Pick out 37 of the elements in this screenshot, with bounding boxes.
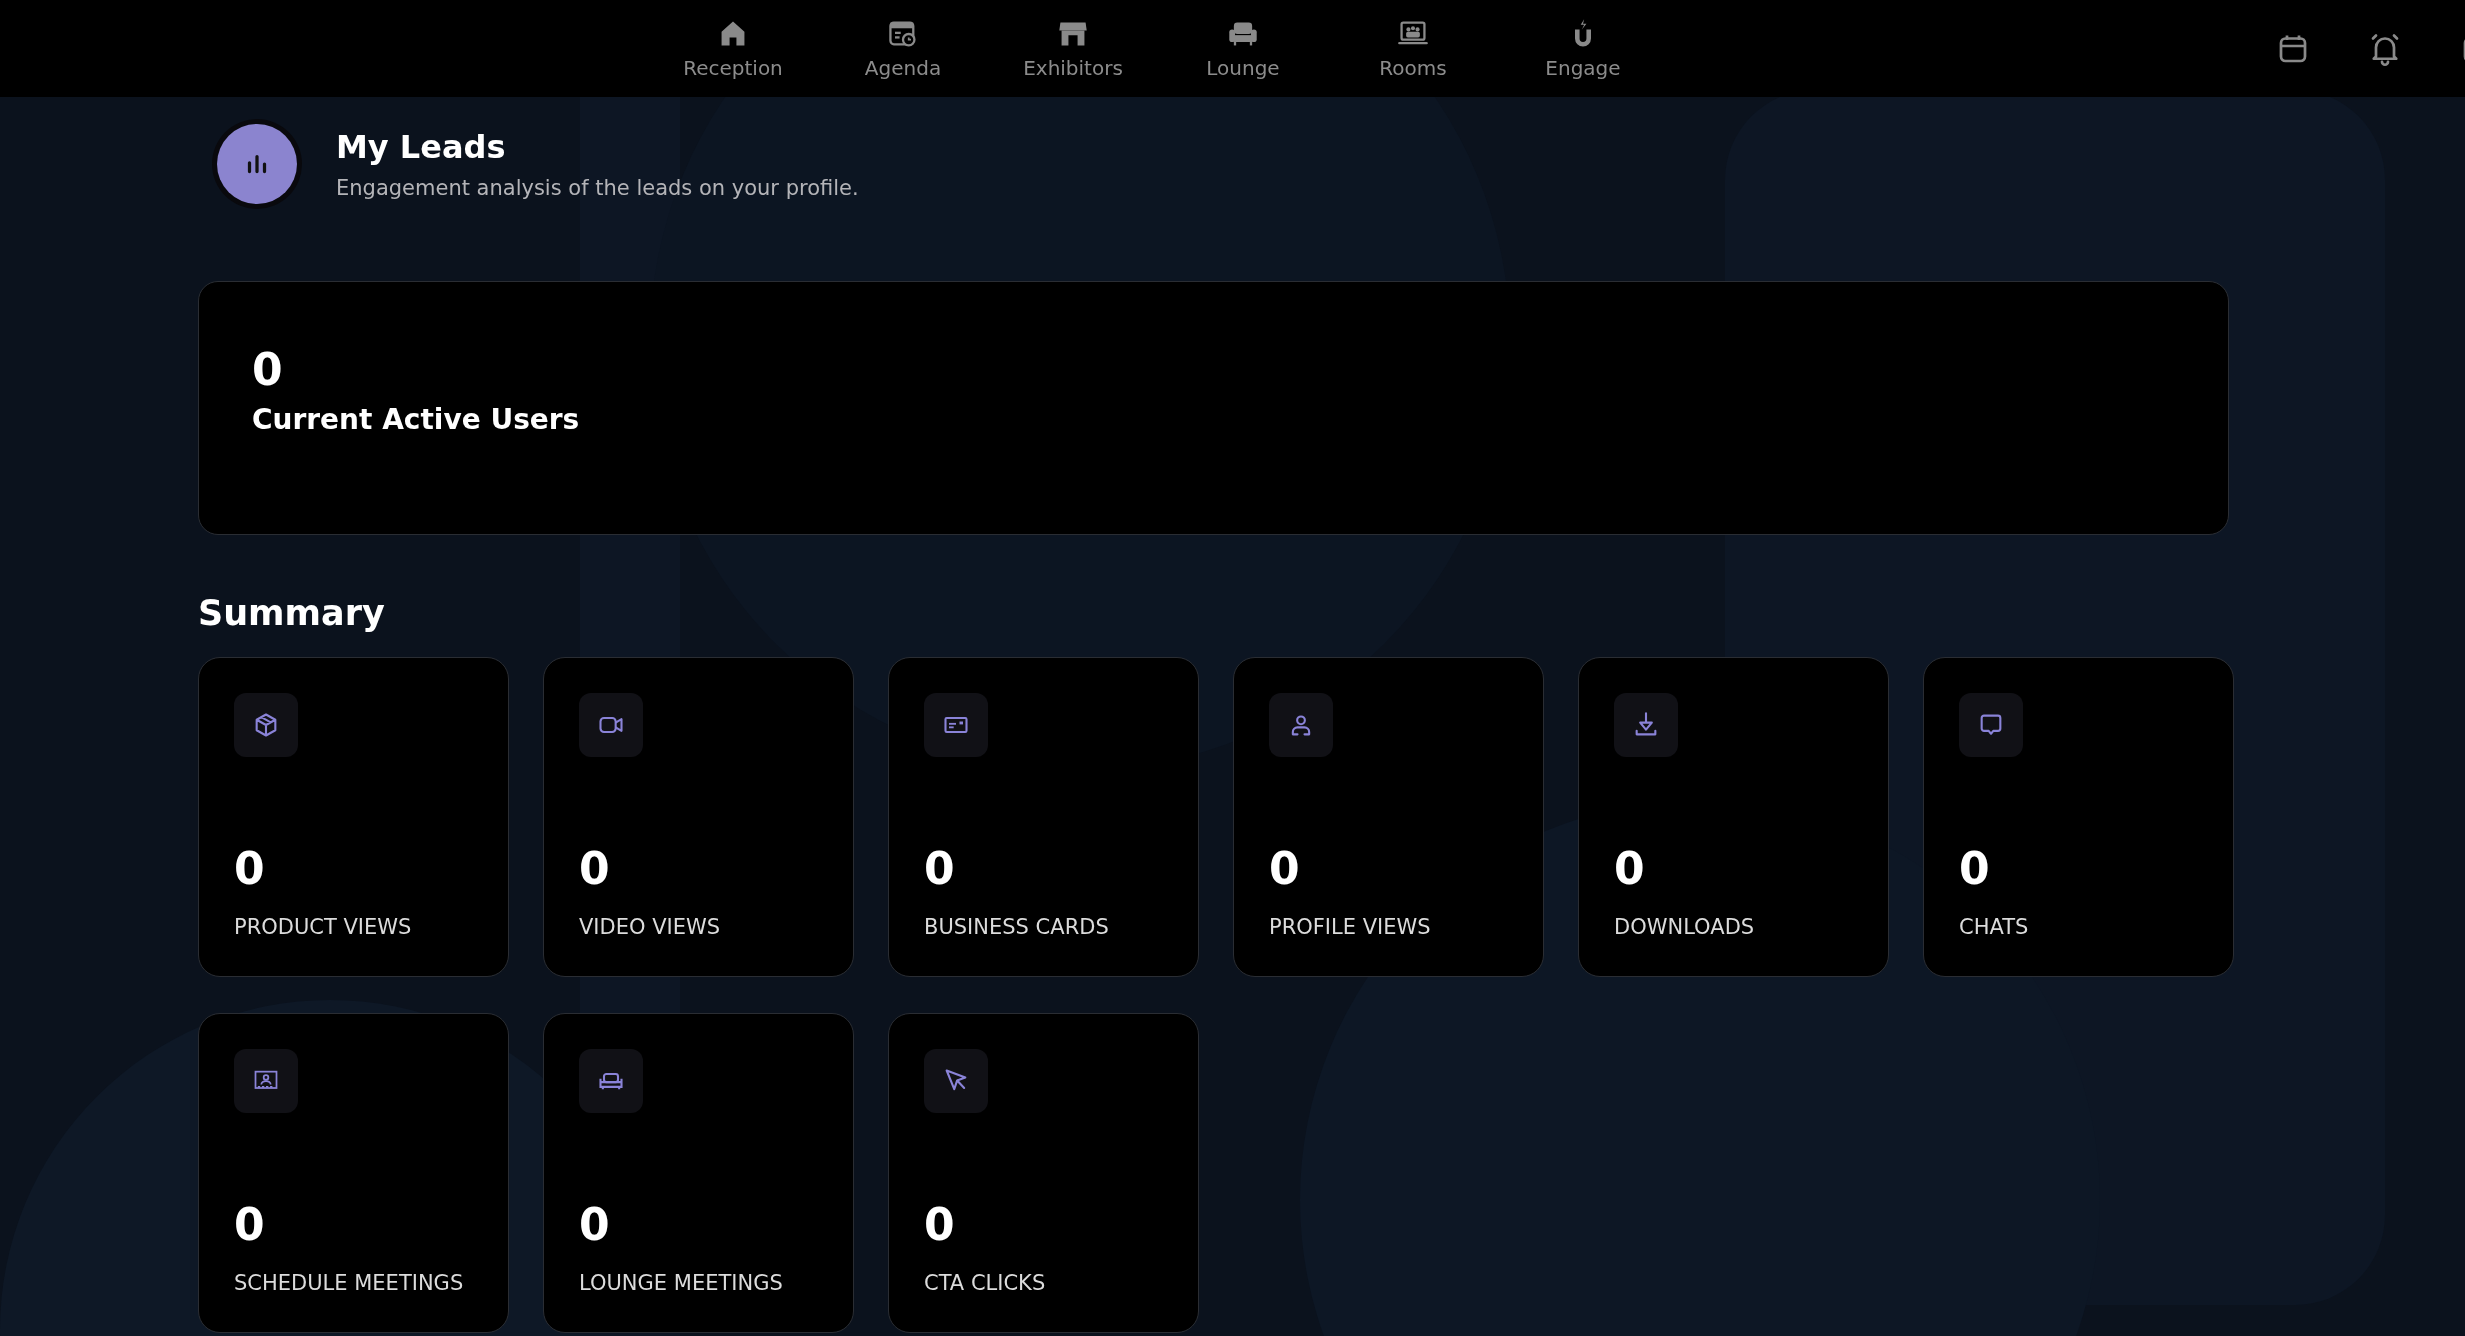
id-card-icon (924, 693, 988, 757)
presentation-screen-icon (234, 1049, 298, 1113)
stat-label: PROFILE VIEWS (1269, 913, 1432, 941)
download-tray-icon (1614, 693, 1678, 757)
stat-label: BUSINESS CARDS (924, 913, 1110, 941)
nav-item[interactable]: Reception (648, 17, 818, 80)
cube-icon (234, 693, 298, 757)
stat-label: CHATS (1959, 913, 2030, 941)
section-heading: Summary (198, 593, 386, 633)
video-camera-icon (579, 693, 643, 757)
nav-item[interactable]: Engage (1498, 17, 1668, 80)
chat-bubble-icon (1959, 693, 2023, 757)
stat-value: 0 (1269, 842, 1301, 894)
page-title: My Leads (336, 128, 507, 166)
nav-item[interactable]: Rooms (1328, 17, 1498, 80)
stat-label: LOUNGE MEETINGS (579, 1269, 784, 1297)
nav-item[interactable]: Agenda (818, 17, 988, 80)
stat-value: 0 (1614, 842, 1646, 894)
stat-label: DOWNLOADS (1614, 913, 1756, 941)
stat-value: 0 (234, 1198, 266, 1250)
stat-value: 0 (579, 842, 611, 894)
stat-value: 0 (1959, 842, 1991, 894)
stat-value: 0 (234, 842, 266, 894)
stat-value: 0 (924, 1198, 956, 1250)
stat-value: 0 (579, 1198, 611, 1250)
stat-label: VIDEO VIEWS (579, 913, 722, 941)
page-subtitle: Engagement analysis of the leads on your profile. (336, 176, 859, 200)
stat-label: CTA CLICKS (924, 1269, 1047, 1297)
stat-label: SCHEDULE MEETINGS (234, 1269, 465, 1297)
active-users-label: Current Active Users (252, 403, 581, 436)
nav-item[interactable]: Exhibitors (988, 17, 1158, 80)
active-users-count: 0 (252, 344, 284, 395)
sofa-icon (579, 1049, 643, 1113)
stat-value: 0 (924, 842, 956, 894)
nav-item[interactable]: Lounge (1158, 17, 1328, 80)
user-icon (1269, 693, 1333, 757)
stat-label: PRODUCT VIEWS (234, 913, 413, 941)
